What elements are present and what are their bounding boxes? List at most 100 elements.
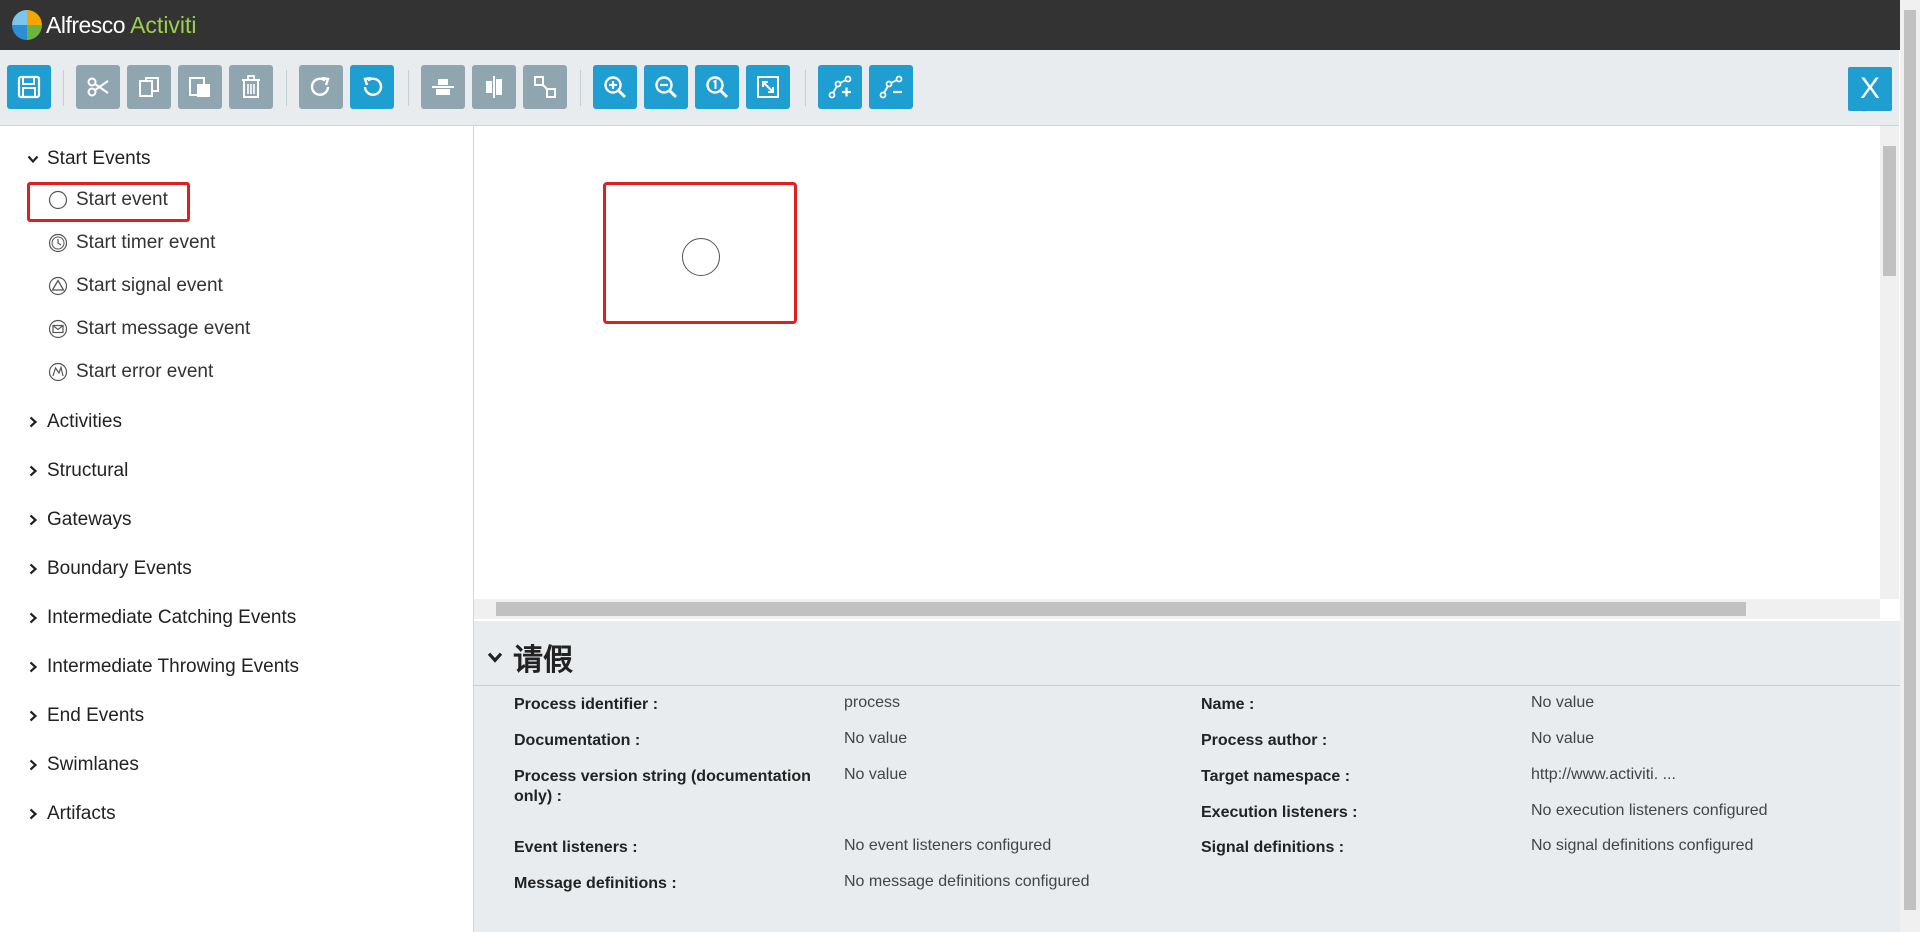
chevron-right-icon xyxy=(29,710,38,722)
brand-product: Activiti xyxy=(130,11,197,38)
palette-group-intermediate-catching-events[interactable]: Intermediate Catching Events xyxy=(27,607,296,629)
palette-group-label: Swimlanes xyxy=(47,754,139,775)
palette-group-label: Intermediate Catching Events xyxy=(47,607,297,628)
zoom-actual-button[interactable] xyxy=(695,65,739,109)
prop-value-name[interactable]: No value xyxy=(1531,693,1594,713)
palette-item-label: Start message event xyxy=(76,318,251,339)
prop-label-event-listeners: Event listeners : xyxy=(514,839,638,856)
chevron-right-icon xyxy=(29,514,38,526)
prop-label-execution-listeners: Execution listeners : xyxy=(1201,804,1358,821)
zoom-out-button[interactable] xyxy=(644,65,688,109)
palette-group-activities[interactable]: Activities xyxy=(27,411,122,433)
properties-header[interactable]: 请假 xyxy=(487,635,573,679)
palette-group-start-events[interactable]: Start Events xyxy=(27,148,151,170)
scrollbar-thumb[interactable] xyxy=(1883,146,1896,276)
toolbar-separator xyxy=(408,70,409,106)
trash-icon xyxy=(242,75,260,98)
page-vertical-scrollbar[interactable] xyxy=(1900,0,1920,932)
zoom-in-button[interactable] xyxy=(593,65,637,109)
prop-value-documentation[interactable]: No value xyxy=(844,729,907,749)
palette-item-start-timer-event[interactable]: Start timer event xyxy=(48,232,215,254)
align-vertical-button[interactable] xyxy=(472,65,516,109)
prop-value-message-definitions[interactable]: No message definitions configured xyxy=(844,872,1089,892)
copy-button[interactable] xyxy=(127,65,171,109)
palette-group-gateways[interactable]: Gateways xyxy=(27,509,131,531)
brand-name: Alfresco xyxy=(46,11,126,38)
close-editor-button[interactable]: X xyxy=(1848,67,1892,111)
remove-bendpoint-button[interactable] xyxy=(869,65,913,109)
signal-event-icon xyxy=(48,276,68,296)
align-vertical-icon xyxy=(486,76,502,98)
zoom-in-icon xyxy=(604,76,627,99)
scrollbar-thumb[interactable] xyxy=(496,602,1746,616)
app-header: Alfresco Activiti xyxy=(0,0,1920,50)
palette-item-start-signal-event[interactable]: Start signal event xyxy=(48,275,223,297)
undo-button[interactable] xyxy=(350,65,394,109)
prop-value-target-namespace[interactable]: http://www.activiti. ... xyxy=(1531,765,1676,785)
prop-value-process-identifier[interactable]: process xyxy=(844,693,900,713)
palette-item-label: Start error event xyxy=(76,361,214,382)
scrollbar-thumb[interactable] xyxy=(1904,10,1916,910)
align-horizontal-button[interactable] xyxy=(421,65,465,109)
prop-label-documentation: Documentation : xyxy=(514,732,641,749)
prop-label-process-version: Process version string (documentation on… xyxy=(514,768,811,805)
chevron-right-icon xyxy=(29,759,38,771)
toolbar-separator xyxy=(805,70,806,106)
chevron-right-icon xyxy=(29,465,38,477)
palette-item-start-error-event[interactable]: Start error event xyxy=(48,361,213,383)
canvas-vertical-scrollbar[interactable] xyxy=(1880,126,1899,599)
palette-group-boundary-events[interactable]: Boundary Events xyxy=(27,558,192,580)
prop-label-process-identifier: Process identifier : xyxy=(514,696,659,713)
scissors-icon xyxy=(87,77,109,97)
add-bendpoint-button[interactable] xyxy=(818,65,862,109)
canvas-horizontal-scrollbar[interactable] xyxy=(474,599,1880,619)
editor-toolbar xyxy=(0,50,1899,126)
prop-value-event-listeners[interactable]: No event listeners configured xyxy=(844,836,1051,856)
cut-button[interactable] xyxy=(76,65,120,109)
prop-value-process-author[interactable]: No value xyxy=(1531,729,1594,749)
palette-group-label: Artifacts xyxy=(47,803,116,824)
palette-group-label: Structural xyxy=(47,460,129,481)
canvas-start-event[interactable] xyxy=(682,238,720,276)
logo-icon xyxy=(12,10,42,40)
prop-value-execution-listeners[interactable]: No execution listeners configured xyxy=(1531,801,1768,821)
palette-group-intermediate-throwing-events[interactable]: Intermediate Throwing Events xyxy=(27,656,299,678)
palette-item-label: Start timer event xyxy=(76,232,216,253)
palette-group-artifacts[interactable]: Artifacts xyxy=(27,803,116,825)
prop-label-process-author: Process author : xyxy=(1201,732,1328,749)
prop-value-process-version[interactable]: No value xyxy=(844,765,907,785)
remove-bendpoint-icon xyxy=(879,75,903,99)
prop-label-target-namespace: Target namespace : xyxy=(1201,768,1351,785)
add-bendpoint-icon xyxy=(828,75,852,99)
zoom-actual-icon xyxy=(706,76,729,99)
paste-icon xyxy=(189,77,210,97)
zoom-out-icon xyxy=(655,76,678,99)
palette-group-swimlanes[interactable]: Swimlanes xyxy=(27,754,139,776)
zoom-fit-button[interactable] xyxy=(746,65,790,109)
redo-button[interactable] xyxy=(299,65,343,109)
timer-event-icon xyxy=(48,233,68,253)
save-icon xyxy=(17,75,41,99)
same-size-button[interactable] xyxy=(523,65,567,109)
properties-panel: 请假 Process identifier : process Name : N… xyxy=(474,621,1900,932)
palette-group-structural[interactable]: Structural xyxy=(27,460,128,482)
undo-icon xyxy=(363,76,383,96)
app-logo: Alfresco Activiti xyxy=(12,10,197,40)
palette-item-start-message-event[interactable]: Start message event xyxy=(48,318,250,340)
chevron-right-icon xyxy=(29,661,38,673)
paste-button[interactable] xyxy=(178,65,222,109)
prop-label-signal-definitions: Signal definitions : xyxy=(1201,839,1345,856)
toolbar-separator xyxy=(580,70,581,106)
divider xyxy=(474,685,1900,686)
palette-group-label: End Events xyxy=(47,705,145,726)
chevron-down-icon xyxy=(27,155,39,164)
save-button[interactable] xyxy=(7,65,51,109)
palette-item-label: Start signal event xyxy=(76,275,223,296)
palette-group-end-events[interactable]: End Events xyxy=(27,705,144,727)
same-size-icon xyxy=(534,76,556,98)
delete-button[interactable] xyxy=(229,65,273,109)
palette-group-label: Gateways xyxy=(47,509,132,530)
prop-value-signal-definitions[interactable]: No signal definitions configured xyxy=(1531,836,1753,856)
align-horizontal-icon xyxy=(432,79,454,95)
toolbar-separator xyxy=(286,70,287,106)
